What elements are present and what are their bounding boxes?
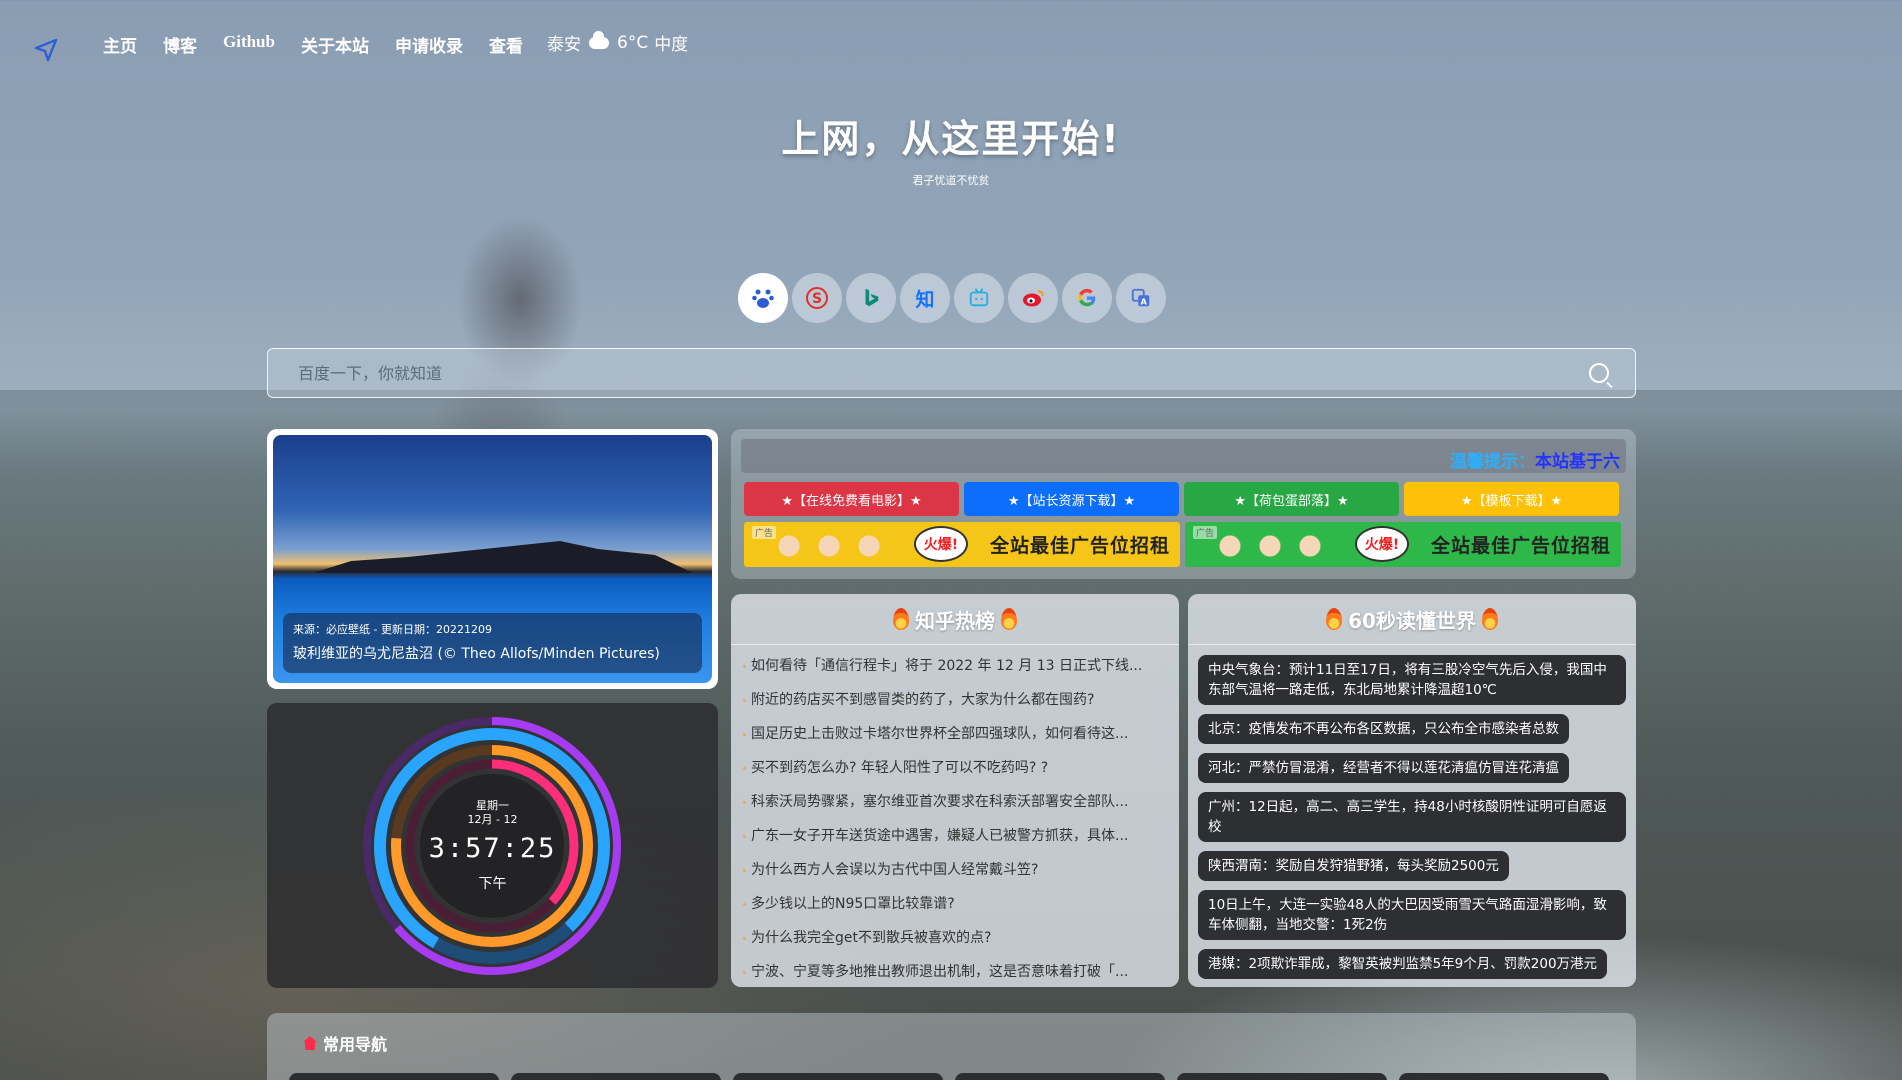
hero-title: 上网，从这里开始!: [781, 117, 1121, 161]
list-item[interactable]: 多少钱以上的N95口罩比较靠谱?: [743, 887, 1169, 921]
paper-plane-icon[interactable]: [34, 38, 58, 62]
notice-marquee: 温馨提示：本站基于六: [741, 439, 1626, 473]
zhihu-list: 如何看待「通信行程卡」将于 2022 年 12 月 13 日正式下线... 附近…: [731, 645, 1179, 987]
list-item[interactable]: 为什么我完全get不到散兵被喜欢的点?: [743, 921, 1169, 955]
ad-banner-text: 全站最佳广告位招租: [1430, 535, 1611, 557]
search-engine-switcher: S 知 A: [738, 273, 1166, 323]
list-item[interactable]: 广东一女子开车送货途中遇害，嫌疑人已被警方抓获，具体...: [743, 819, 1169, 853]
nav-item-blog[interactable]: 博客: [163, 32, 197, 57]
nav-card[interactable]: [1399, 1073, 1609, 1080]
hero-subtitle: 君子忧道不忧贫: [912, 174, 990, 187]
list-item: 北京：疫情发布不再公布各区数据，只公布全市感染者总数: [1198, 714, 1569, 744]
wallpaper-source: 来源：必应壁纸 - 更新日期：20221209: [293, 623, 492, 636]
weather-temp: 6°C: [617, 32, 649, 53]
sogou-icon[interactable]: S: [792, 273, 842, 323]
nav-item-submit[interactable]: 申请收录: [395, 32, 463, 57]
news60-title: 60秒读懂世界: [1348, 608, 1476, 633]
google-icon[interactable]: [1062, 273, 1112, 323]
nav-item-about[interactable]: 关于本站: [301, 32, 369, 57]
clock-time: 3:57:25: [428, 833, 557, 864]
wallpaper-title: 玻利维亚的乌尤尼盐沼 (© Theo Allofs/Minden Picture…: [293, 646, 660, 662]
bing-wallpaper-card[interactable]: 来源：必应壁纸 - 更新日期：20221209 玻利维亚的乌尤尼盐沼 (© Th…: [267, 429, 718, 689]
zhihu-header: 知乎热榜: [731, 594, 1179, 645]
list-item: 河北：严禁仿冒混淆，经营者不得以莲花清瘟仿冒连花清瘟: [1198, 753, 1569, 783]
search-box: [267, 348, 1636, 398]
nav-card[interactable]: [1177, 1073, 1387, 1080]
ad-button-tribe[interactable]: ★【荷包蛋部落】★: [1184, 482, 1399, 516]
translate-icon[interactable]: A: [1116, 273, 1166, 323]
home-icon: [303, 1036, 317, 1050]
weather-level: 中度: [654, 35, 689, 55]
news60-list: 中央气象台：预计11日至17日，将有三股冷空气先后入侵，我国中东部气温将一路走低…: [1188, 645, 1636, 987]
nav-menu: 主页 博客 Github 关于本站 申请收录 查看: [103, 32, 549, 57]
nav-card[interactable]: [955, 1073, 1165, 1080]
clock-date: 12月 - 12: [467, 813, 518, 826]
clock-ampm: 下午: [478, 876, 507, 892]
zhihu-hot-panel: 知乎热榜 如何看待「通信行程卡」将于 2022 年 12 月 13 日正式下线.…: [731, 594, 1179, 987]
list-item[interactable]: 买不到药怎么办? 年轻人阳性了可以不吃药吗? ?: [743, 751, 1169, 785]
list-item[interactable]: 宁波、宁夏等多地推出教师退出机制，这是否意味着打破「...: [743, 955, 1169, 987]
bing-icon[interactable]: [846, 273, 896, 323]
common-nav-title: 常用导航: [323, 1035, 388, 1054]
ad-button-movies[interactable]: ★【在线免费看电影】★: [744, 482, 959, 516]
clock-widget: 星期一 12月 - 12 3:57:25 下午: [267, 703, 718, 988]
list-item[interactable]: 附近的药店买不到感冒类的药了，大家为什么都在囤药?: [743, 683, 1169, 717]
fire-icon: [893, 608, 909, 630]
list-item: 港媒：2项欺诈罪成，黎智英被判监禁5年9个月、罚款200万港元: [1198, 949, 1608, 979]
list-item[interactable]: 科索沃局势骤紧，塞尔维亚首次要求在科索沃部署安全部队...: [743, 785, 1169, 819]
zhihu-title: 知乎热榜: [915, 608, 995, 633]
wallpaper-caption: 来源：必应壁纸 - 更新日期：20221209 玻利维亚的乌尤尼盐沼 (© Th…: [283, 613, 702, 673]
svg-text:A: A: [1141, 296, 1148, 306]
svg-text:S: S: [812, 291, 822, 307]
nav-card[interactable]: [289, 1073, 499, 1080]
list-item[interactable]: 国足历史上击败过卡塔尔世界杯全部四强球队，如何看待这...: [743, 717, 1169, 751]
ad-banner-text: 全站最佳广告位招租: [989, 535, 1170, 557]
ad-banner[interactable]: 广告 火爆! 全站最佳广告位招租: [1185, 522, 1621, 567]
cartoon-faces: [764, 524, 914, 566]
zhihu-icon[interactable]: 知: [900, 273, 950, 323]
news60-header: 60秒读懂世界: [1188, 594, 1636, 645]
list-item[interactable]: 为什么西方人会误以为古代中国人经常戴斗笠?: [743, 853, 1169, 887]
common-nav-header: 常用导航: [303, 1031, 387, 1055]
weather-city: 泰安: [547, 35, 581, 54]
list-item: 中央气象台：预计11日至17日，将有三股冷空气先后入侵，我国中东部气温将一路走低…: [1198, 655, 1626, 705]
wallpaper-mountain: [313, 541, 693, 573]
common-nav-section: 常用导航: [267, 1013, 1636, 1080]
ad-buttons: ★【在线免费看电影】★ ★【站长资源下载】★ ★【荷包蛋部落】★ ★【模板下载】…: [744, 482, 1619, 516]
fire-icon: [1001, 608, 1017, 630]
fire-icon: [1481, 608, 1498, 630]
cloud-icon: [589, 30, 609, 49]
ad-banner[interactable]: 广告 火爆! 全站最佳广告位招租: [744, 522, 1180, 567]
ad-button-templates[interactable]: ★【模板下载】★: [1404, 482, 1619, 516]
ad-banners: 广告 火爆! 全站最佳广告位招租 广告 火爆! 全站最佳广告位招租: [744, 522, 1621, 567]
weibo-icon[interactable]: [1008, 273, 1058, 323]
search-input[interactable]: [268, 349, 1635, 397]
fire-icon: [1326, 608, 1343, 630]
common-nav-row: [289, 1073, 1609, 1080]
nav-card[interactable]: [733, 1073, 943, 1080]
search-icon[interactable]: [1589, 363, 1609, 383]
nav-card[interactable]: [511, 1073, 721, 1080]
bilibili-icon[interactable]: [954, 273, 1004, 323]
wallpaper-image: 来源：必应壁纸 - 更新日期：20221209 玻利维亚的乌尤尼盐沼 (© Th…: [273, 435, 712, 683]
list-item[interactable]: 如何看待「通信行程卡」将于 2022 年 12 月 13 日正式下线...: [743, 649, 1169, 683]
ad-hot-badge: 火爆!: [914, 526, 968, 562]
news60-panel: 60秒读懂世界 中央气象台：预计11日至17日，将有三股冷空气先后入侵，我国中东…: [1188, 594, 1636, 987]
nav-item-home[interactable]: 主页: [103, 32, 137, 57]
notice-prefix: 温馨提示：: [1450, 452, 1535, 472]
list-item: 广州：12日起，高二、高三学生，持48小时核酸阴性证明可自愿返校: [1198, 792, 1626, 842]
notice-text: 本站基于六: [1535, 452, 1620, 472]
list-item: 10日上午，大连一实验48人的大巴因受雨雪天气路面湿滑影响，致车体侧翻，当地交警…: [1198, 890, 1626, 940]
list-item: 陕西渭南：奖励自发狩猎野猪，每头奖励2500元: [1198, 851, 1509, 881]
baidu-icon[interactable]: [738, 273, 788, 323]
ad-tag: 广告: [1193, 526, 1218, 539]
ad-button-resources[interactable]: ★【站长资源下载】★: [964, 482, 1179, 516]
weather-widget[interactable]: 泰安 6°C 中度: [547, 30, 688, 55]
ad-panel: 温馨提示：本站基于六 ★【在线免费看电影】★ ★【站长资源下载】★ ★【荷包蛋部…: [731, 429, 1636, 579]
nav-item-view[interactable]: 查看: [489, 32, 523, 57]
ad-hot-badge: 火爆!: [1355, 526, 1409, 562]
ad-tag: 广告: [752, 526, 777, 539]
nav-item-github[interactable]: Github: [223, 32, 275, 57]
cartoon-faces: [1205, 524, 1355, 566]
